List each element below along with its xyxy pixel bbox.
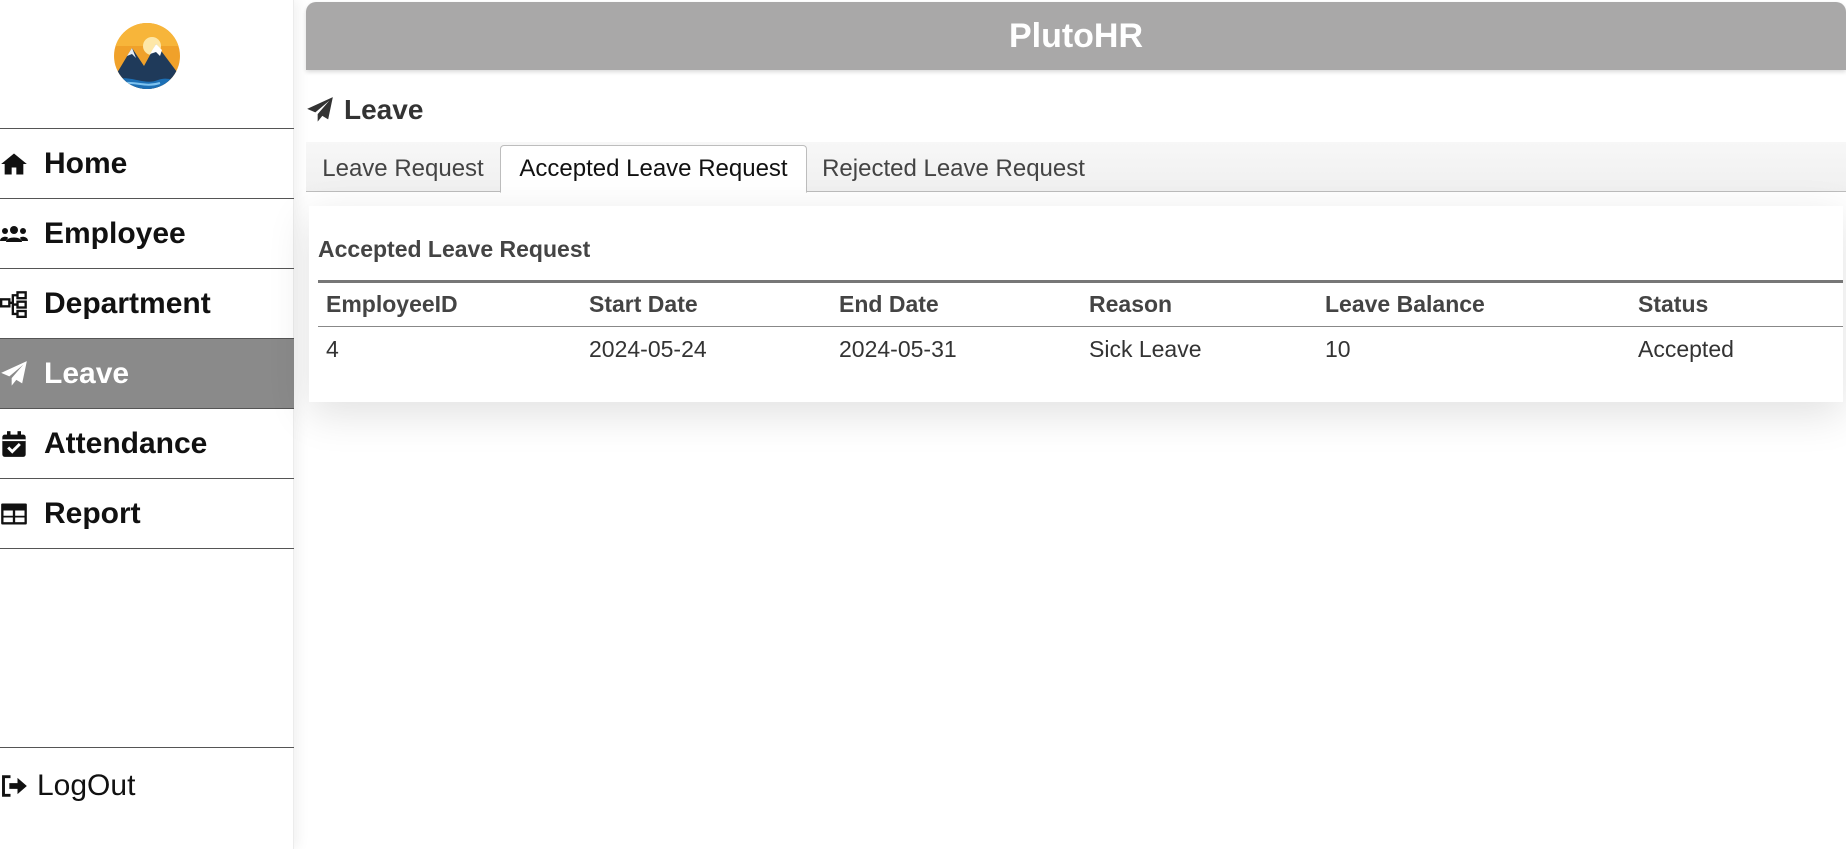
app-header: PlutoHR xyxy=(306,2,1846,70)
cell-employee-id: 4 xyxy=(326,336,339,363)
sidebar-item-home[interactable]: Home xyxy=(0,129,294,199)
cell-leave-balance: 10 xyxy=(1325,336,1351,363)
cell-reason: Sick Leave xyxy=(1089,336,1202,363)
column-header[interactable]: End Date xyxy=(831,282,1081,327)
cell-end-date: 2024-05-31 xyxy=(839,336,957,363)
table-header-row: EmployeeID Start Date End Date Reason Le… xyxy=(318,281,1843,327)
sidebar-item-label: Leave xyxy=(44,356,130,390)
tab-leave-request[interactable]: Leave Request xyxy=(306,145,500,192)
sidebar-item-report[interactable]: Report xyxy=(0,479,294,549)
sidebar-item-label: Employee xyxy=(44,216,186,250)
sidebar-item-leave[interactable]: Leave xyxy=(0,339,294,409)
logout-button[interactable]: LogOut xyxy=(0,747,294,823)
column-header[interactable]: Reason xyxy=(1081,282,1317,327)
logout-label: LogOut xyxy=(37,768,136,802)
column-header[interactable]: Status xyxy=(1630,282,1843,327)
calendar-check-icon xyxy=(0,409,44,479)
column-header[interactable]: Leave Balance xyxy=(1317,282,1630,327)
page-title-label: Leave xyxy=(344,94,424,125)
sidebar-nav: Home Employee Department Leave Attendanc… xyxy=(0,128,294,549)
page-title: Leave xyxy=(306,90,423,130)
sidebar-item-attendance[interactable]: Attendance xyxy=(0,409,294,479)
users-icon xyxy=(0,199,44,269)
sidebar-item-employee[interactable]: Employee xyxy=(0,199,294,269)
sidebar-item-label: Report xyxy=(44,496,141,530)
sidebar-item-label: Home xyxy=(44,146,128,180)
panel-title: Accepted Leave Request xyxy=(318,236,591,262)
tab-bar: Leave Request Accepted Leave Request Rej… xyxy=(306,142,1846,193)
leave-table: EmployeeID Start Date End Date Reason Le… xyxy=(318,280,1843,373)
sitemap-icon xyxy=(0,269,44,339)
paper-plane-icon xyxy=(307,97,333,122)
logo-icon xyxy=(114,23,180,89)
accepted-leave-panel: Accepted Leave Request EmployeeID Start … xyxy=(309,206,1843,402)
sidebar-item-label: Department xyxy=(44,286,211,320)
cell-start-date: 2024-05-24 xyxy=(589,336,707,363)
sidebar-item-department[interactable]: Department xyxy=(0,269,294,339)
column-header[interactable]: Start Date xyxy=(581,282,831,327)
tab-rejected-leave-request[interactable]: Rejected Leave Request xyxy=(807,145,1100,192)
table-row[interactable]: 4 2024-05-24 2024-05-31 Sick Leave 10 Ac… xyxy=(318,327,1843,373)
column-header[interactable]: EmployeeID xyxy=(318,282,581,327)
cell-status: Accepted xyxy=(1638,336,1734,363)
logo[interactable] xyxy=(114,22,180,90)
home-icon xyxy=(0,129,44,199)
sidebar-item-label: Attendance xyxy=(44,426,208,460)
paper-plane-icon xyxy=(0,339,44,409)
table-icon xyxy=(0,479,44,549)
tab-accepted-leave-request[interactable]: Accepted Leave Request xyxy=(500,145,807,193)
app-title: PlutoHR xyxy=(1008,16,1144,55)
sign-out-icon xyxy=(0,772,37,800)
sidebar: Home Employee Department Leave Attendanc… xyxy=(0,0,294,849)
